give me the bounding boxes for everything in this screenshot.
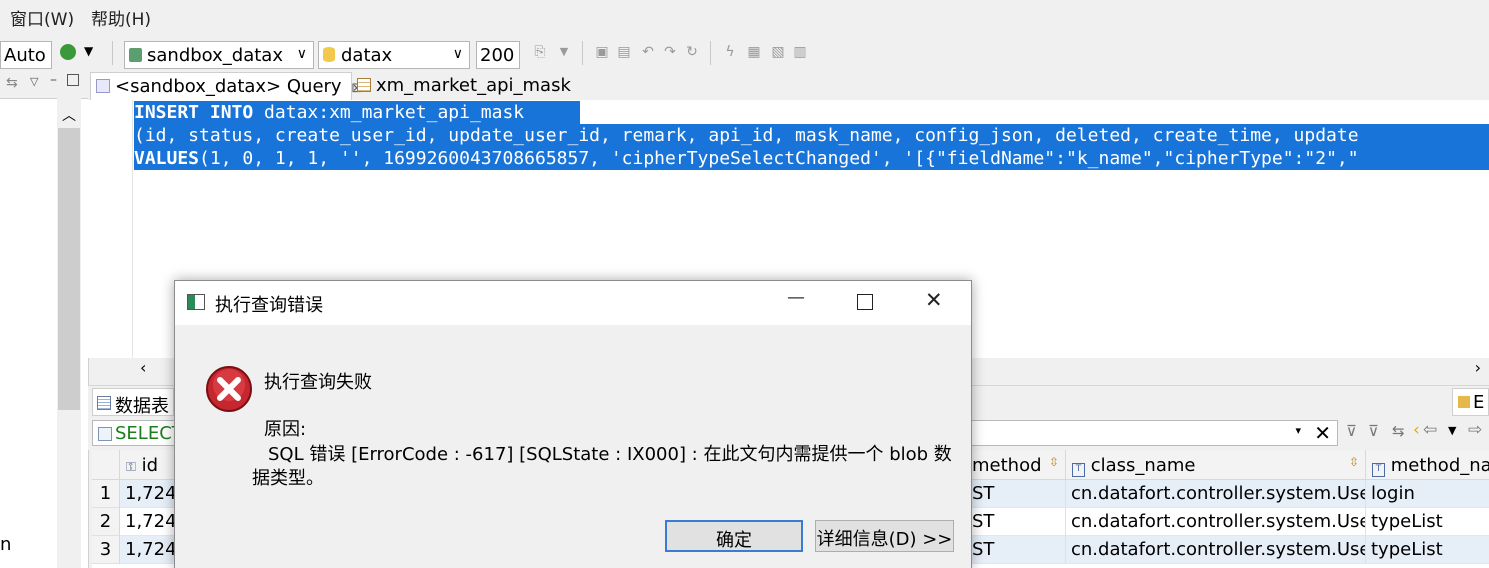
editor-gutter xyxy=(88,100,133,358)
query-icon xyxy=(98,427,112,441)
view-menu-icon[interactable]: ▽ xyxy=(30,75,38,88)
details-button[interactable]: 详细信息(D) >> xyxy=(815,520,954,552)
minimize-button[interactable]: — xyxy=(787,287,805,308)
column-header-id[interactable]: ⚿ id xyxy=(120,450,180,480)
cell-class-name[interactable]: cn.datafort.controller.system.UserI xyxy=(1066,536,1366,564)
chevron-down-icon[interactable]: ▼ xyxy=(1448,424,1456,437)
column-header-class-name[interactable]: T class_name ⇳ xyxy=(1066,450,1366,480)
error-heading: 执行查询失败 xyxy=(264,372,372,393)
scroll-left-icon[interactable]: ‹ xyxy=(140,358,146,377)
editor-tabs: <sandbox_datax> Query ⊠ xm_market_api_ma… xyxy=(88,72,1489,101)
scroll-right-icon[interactable]: › xyxy=(1475,358,1481,377)
chevron-down-icon: ∨ xyxy=(452,46,463,62)
column-header-method-name[interactable]: T method_na xyxy=(1366,450,1489,480)
menu-window[interactable]: 窗口(W) xyxy=(10,5,74,30)
grid-icon[interactable]: ▥ xyxy=(792,44,808,60)
back-icon[interactable]: ‹ xyxy=(1413,420,1420,440)
code-line[interactable]: (id, status, create_user_id, update_user… xyxy=(134,124,1489,147)
error-icon xyxy=(206,366,252,412)
scrollbar-thumb[interactable] xyxy=(58,128,80,410)
column-header-method[interactable]: method ⇳ xyxy=(972,450,1066,480)
filter-icon[interactable]: ⊽ xyxy=(1346,422,1357,440)
filter-history-icon[interactable]: ⇆ xyxy=(1392,422,1405,440)
text-column-icon: T xyxy=(1372,463,1385,477)
cell-id[interactable]: 1,724, xyxy=(120,480,180,508)
cell-method[interactable]: ST xyxy=(972,480,1066,508)
close-button[interactable]: ✕ xyxy=(925,288,943,312)
commit-mode-combo[interactable]: Auto xyxy=(0,41,52,69)
menu-bar: 窗口(W) 帮助(H) xyxy=(0,0,1489,32)
sql-file-icon xyxy=(96,79,110,93)
navigator-text: n xyxy=(0,534,12,555)
cell-class-name[interactable]: cn.datafort.controller.system.UserI xyxy=(1066,480,1366,508)
navigator-panel-header: ⇆ ▽ – xyxy=(0,72,88,99)
undo-icon[interactable]: ↶ xyxy=(640,44,656,60)
result-limit-input[interactable]: 200 xyxy=(476,41,520,69)
chevron-down-icon: ∨ xyxy=(296,46,307,62)
format-icon[interactable]: ⎘ xyxy=(532,44,548,60)
table-icon xyxy=(97,396,111,410)
tab-properties[interactable]: E xyxy=(1452,388,1489,416)
error-message-cont: 据类型。 xyxy=(252,468,324,489)
row-number: 2 xyxy=(92,508,120,536)
text-column-icon: T xyxy=(1072,463,1085,477)
link-icon[interactable]: ⇆ xyxy=(6,75,18,91)
dialog-title: 执行查询错误 xyxy=(215,295,323,316)
transaction-mode-icon[interactable] xyxy=(60,44,76,60)
redo-icon[interactable]: ↷ xyxy=(662,44,678,60)
reason-label: 原因: xyxy=(264,419,307,440)
cell-method-name[interactable]: typeList xyxy=(1366,536,1489,564)
cell-method[interactable]: ST xyxy=(972,508,1066,536)
explain-icon[interactable]: ▦ xyxy=(746,44,762,60)
connection-combo[interactable]: sandbox_datax ∨ xyxy=(124,41,314,69)
sort-icon[interactable]: ⇳ xyxy=(1349,455,1359,469)
execute-icon[interactable]: ϟ xyxy=(722,44,738,60)
chevron-down-icon[interactable]: ▼ xyxy=(84,44,93,58)
cell-method[interactable]: ST xyxy=(972,536,1066,564)
row-number: 3 xyxy=(92,536,120,564)
maximize-button[interactable] xyxy=(857,294,873,310)
chevron-down-icon[interactable]: ▾ xyxy=(1295,424,1301,437)
save-as-icon[interactable]: ▤ xyxy=(616,44,632,60)
cell-method-name[interactable]: login xyxy=(1366,480,1489,508)
code-line[interactable]: INSERT INTO datax:xm_market_api_mask xyxy=(134,101,580,124)
minimize-icon[interactable]: – xyxy=(50,72,57,88)
tab-table[interactable]: xm_market_api_mask xyxy=(352,72,582,100)
save-icon[interactable]: ▣ xyxy=(594,44,610,60)
nav-back-icon[interactable]: ⇦ xyxy=(1423,420,1437,440)
grid-corner xyxy=(92,450,120,480)
maximize-icon[interactable] xyxy=(67,74,79,86)
table-icon xyxy=(357,78,371,92)
schema-icon xyxy=(323,47,335,62)
menu-help[interactable]: 帮助(H) xyxy=(91,5,151,30)
chevron-down-icon[interactable]: ▼ xyxy=(556,44,572,60)
properties-icon xyxy=(1458,396,1470,408)
tab-query[interactable]: <sandbox_datax> Query ⊠ xyxy=(90,72,362,100)
cell-id[interactable]: 1,724, xyxy=(120,508,180,536)
scroll-up-icon[interactable]: ︿ xyxy=(62,105,76,125)
cell-class-name[interactable]: cn.datafort.controller.system.UserI xyxy=(1066,508,1366,536)
filter-settings-icon[interactable]: ⊽ xyxy=(1368,422,1379,440)
code-line[interactable]: VALUES(1, 0, 1, 1, '', 16992600437086658… xyxy=(134,147,1489,170)
database-icon xyxy=(129,48,142,62)
error-message: SQL 错误 [ErrorCode : -617] [SQLState : IX… xyxy=(268,444,952,465)
refresh-icon[interactable]: ↻ xyxy=(684,44,700,60)
cell-id[interactable]: 1,724, xyxy=(120,536,180,564)
toolbar: Auto ▼ sandbox_datax ∨ datax ∨ 200 ⎘ ▼ ▣… xyxy=(0,32,1489,72)
ok-button[interactable]: 确定 xyxy=(665,520,803,552)
dialog-body: 执行查询失败 原因: SQL 错误 [ErrorCode : -617] [SQ… xyxy=(175,325,971,568)
key-column-icon: ⚿ xyxy=(126,460,136,475)
row-number: 1 xyxy=(92,480,120,508)
nav-forward-icon[interactable]: ⇨ xyxy=(1468,420,1482,440)
tab-data[interactable]: 数据表 xyxy=(92,388,174,417)
export-icon[interactable]: ▧ xyxy=(770,44,786,60)
schema-combo[interactable]: datax ∨ xyxy=(318,41,470,69)
app-icon xyxy=(187,294,205,310)
clear-filter-icon[interactable]: ✕ xyxy=(1314,421,1331,445)
dialog-titlebar[interactable]: 执行查询错误 — ✕ xyxy=(175,281,971,325)
sort-icon[interactable]: ⇳ xyxy=(1049,455,1059,469)
cell-method-name[interactable]: typeList xyxy=(1366,508,1489,536)
